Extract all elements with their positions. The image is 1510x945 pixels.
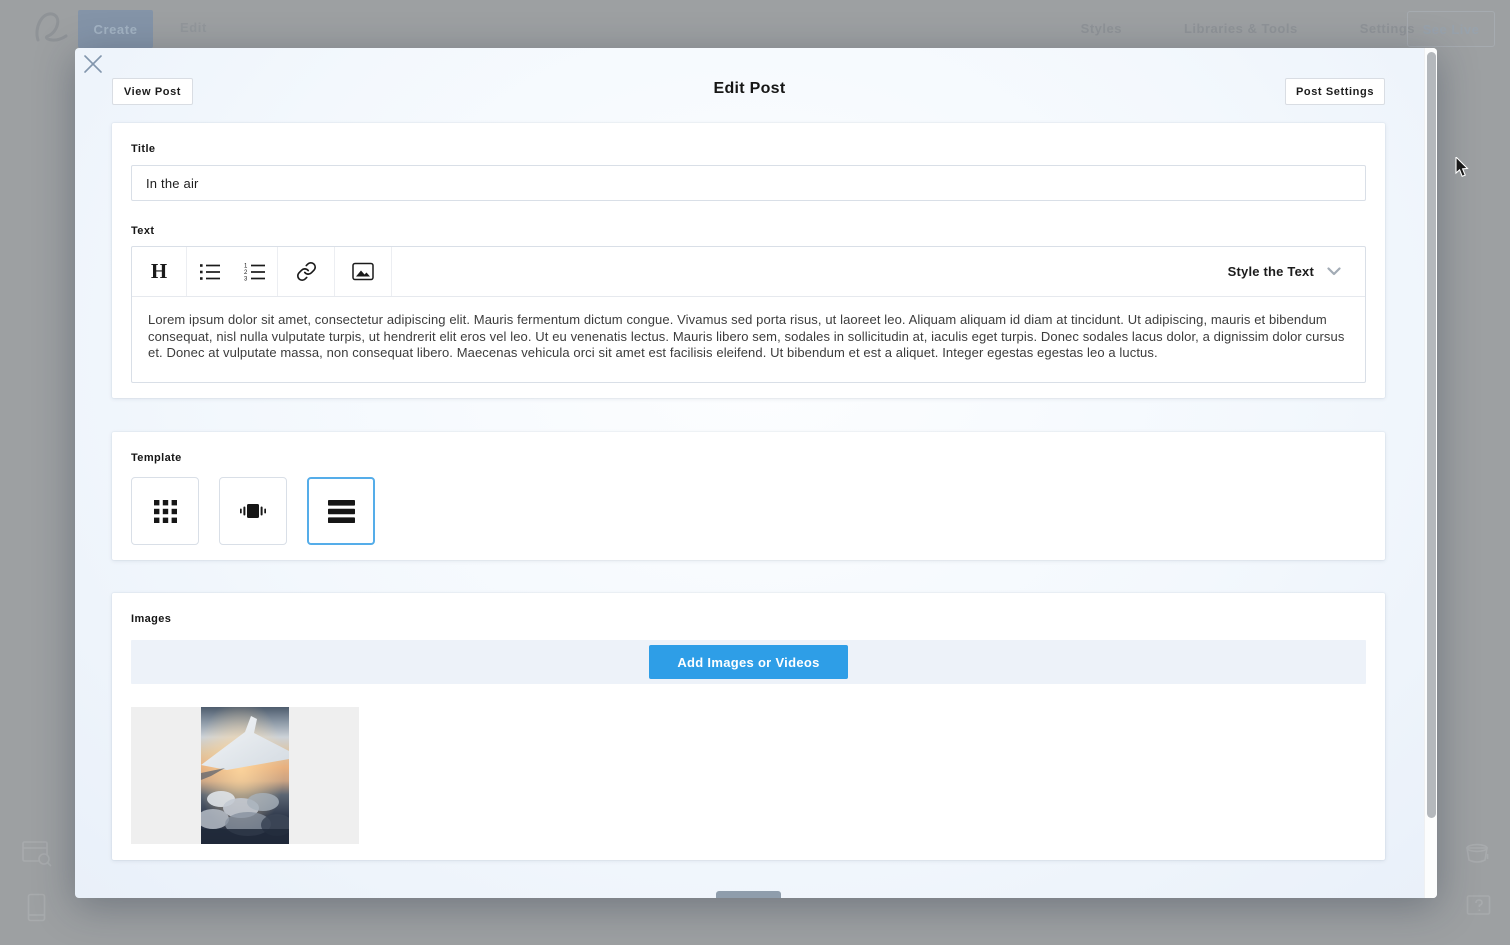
- text-label: Text: [131, 225, 1366, 237]
- title-text-card: Title Text H: [112, 123, 1385, 398]
- editor-toolbar: H 1 2 3: [132, 247, 1365, 297]
- title-input[interactable]: [131, 165, 1366, 201]
- template-option-grid[interactable]: [131, 477, 199, 545]
- rich-text-editor: H 1 2 3: [131, 246, 1366, 383]
- svg-text:2: 2: [244, 270, 248, 276]
- image-icon[interactable]: [335, 247, 391, 296]
- airplane-wing-photo: [201, 707, 289, 844]
- template-card: Template: [112, 432, 1385, 560]
- template-option-carousel[interactable]: [219, 477, 287, 545]
- numbered-list-icon[interactable]: 1 2 3: [232, 247, 277, 296]
- text-content[interactable]: Lorem ipsum dolor sit amet, consectetur …: [132, 297, 1365, 382]
- edit-post-modal: View Post Edit Post Post Settings Title …: [75, 48, 1437, 898]
- tab-edit[interactable]: Edit: [180, 20, 207, 35]
- page-title: Edit Post: [75, 80, 1424, 98]
- template-options: [131, 477, 1366, 545]
- tab-create[interactable]: Create: [78, 10, 153, 48]
- app-logo: [28, 6, 74, 50]
- style-text-dropdown[interactable]: Style the Text: [1228, 247, 1365, 296]
- images-upload-strip: Add Images or Videos: [131, 640, 1366, 684]
- template-option-rows[interactable]: [307, 477, 375, 545]
- toolbar-spacer: [392, 247, 1228, 296]
- images-label: Images: [131, 613, 1366, 625]
- image-thumbnail-item[interactable]: [131, 707, 359, 844]
- post-settings-button[interactable]: Post Settings: [1285, 78, 1385, 105]
- heading-icon[interactable]: H: [132, 247, 186, 296]
- modal-content: View Post Edit Post Post Settings Title …: [75, 48, 1424, 898]
- archive-icon[interactable]: [1463, 840, 1491, 866]
- see-live-button[interactable]: See Live: [1407, 11, 1495, 47]
- style-text-dropdown-label: Style the Text: [1228, 264, 1314, 279]
- grid-template-icon: [154, 500, 177, 523]
- images-card: Images Add Images or Videos: [112, 593, 1385, 860]
- modal-scrollbar-thumb[interactable]: [1427, 52, 1436, 818]
- topbar-nav: Styles Libraries & Tools Settings: [1081, 21, 1415, 36]
- add-images-videos-button[interactable]: Add Images or Videos: [649, 645, 848, 679]
- chevron-down-icon: [1327, 267, 1341, 276]
- nav-libraries-tools[interactable]: Libraries & Tools: [1184, 21, 1298, 36]
- template-label: Template: [131, 452, 1366, 464]
- svg-text:1: 1: [244, 263, 248, 269]
- next-section-peek: [716, 891, 781, 898]
- help-icon[interactable]: [1466, 893, 1492, 919]
- title-label: Title: [131, 143, 1366, 155]
- link-icon[interactable]: [278, 247, 334, 296]
- svg-text:3: 3: [244, 276, 248, 281]
- rows-template-icon: [328, 500, 355, 523]
- carousel-template-icon: [238, 502, 268, 520]
- modal-scrollbar-track[interactable]: [1424, 48, 1437, 898]
- nav-styles[interactable]: Styles: [1081, 21, 1122, 36]
- preview-window-icon[interactable]: [22, 840, 52, 868]
- mobile-preview-icon[interactable]: [27, 893, 47, 923]
- bullet-list-icon[interactable]: [187, 247, 232, 296]
- close-icon[interactable]: [83, 54, 103, 74]
